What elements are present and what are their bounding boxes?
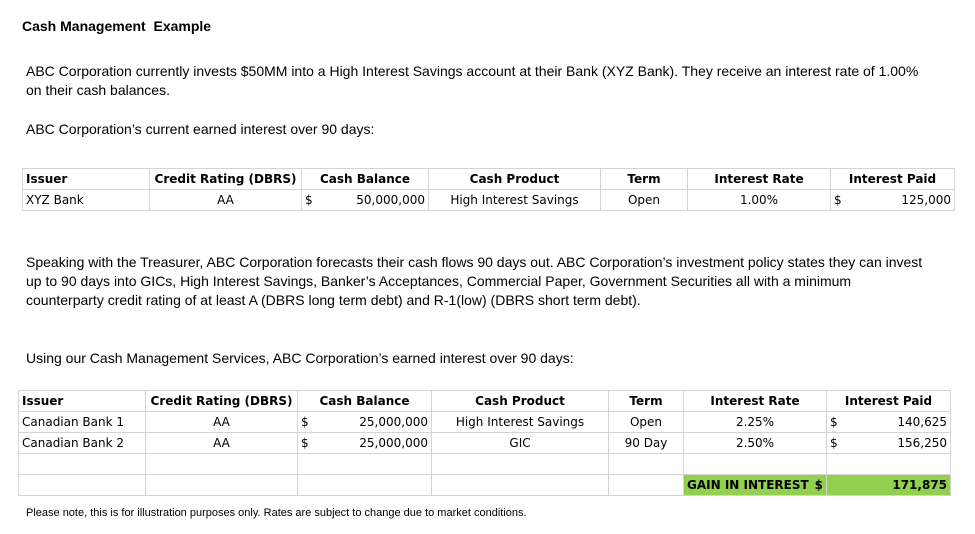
services-interest-label: Using our Cash Management Services, ABC …	[26, 350, 574, 366]
header-product: Cash Product	[428, 168, 601, 190]
empty-cell	[431, 453, 609, 475]
balance-value: 25,000,000	[359, 436, 428, 450]
currency-symbol: $	[834, 193, 842, 207]
paid-cell: $125,000	[830, 189, 955, 211]
empty-cell	[18, 474, 146, 496]
gain-label: GAIN IN INTEREST	[687, 478, 809, 492]
disclaimer-note: Please note, this is for illustration pu…	[26, 507, 527, 519]
balance-value: 50,000,000	[356, 193, 425, 207]
page-title: Cash Management Example	[22, 18, 212, 34]
table-row: XYZ Bank AA $50,000,000 High Interest Sa…	[22, 189, 955, 211]
product-cell: GIC	[431, 432, 609, 454]
forecast-paragraph: Speaking with the Treasurer, ABC Corpora…	[26, 254, 923, 308]
currency-symbol: $	[301, 415, 309, 429]
empty-cell	[608, 453, 684, 475]
paid-cell: $156,250	[826, 432, 951, 454]
gain-value: 171,875	[826, 474, 951, 496]
gain-currency: $	[814, 478, 823, 492]
rate-cell: 2.25%	[683, 411, 827, 433]
paid-cell: $140,625	[826, 411, 951, 433]
empty-cell	[18, 453, 146, 475]
term-cell: Open	[608, 411, 684, 433]
empty-row	[18, 453, 951, 475]
currency-symbol: $	[830, 436, 838, 450]
table-header-row: Issuer Credit Rating (DBRS) Cash Balance…	[18, 390, 951, 412]
issuer-cell: XYZ Bank	[22, 189, 150, 211]
paid-value: 125,000	[901, 193, 951, 207]
header-paid: Interest Paid	[830, 168, 955, 190]
issuer-cell: Canadian Bank 2	[18, 432, 146, 454]
header-paid: Interest Paid	[826, 390, 951, 412]
header-issuer: Issuer	[22, 168, 150, 190]
issuer-cell: Canadian Bank 1	[18, 411, 146, 433]
empty-cell	[608, 474, 684, 496]
header-balance: Cash Balance	[297, 390, 432, 412]
header-rate: Interest Rate	[683, 390, 827, 412]
header-balance: Cash Balance	[301, 168, 429, 190]
empty-cell	[145, 474, 298, 496]
product-cell: High Interest Savings	[431, 411, 609, 433]
balance-cell: $25,000,000	[297, 432, 432, 454]
empty-cell	[297, 474, 432, 496]
currency-symbol: $	[830, 415, 838, 429]
empty-cell	[145, 453, 298, 475]
header-rating: Credit Rating (DBRS)	[145, 390, 298, 412]
term-cell: 90 Day	[608, 432, 684, 454]
balance-value: 25,000,000	[359, 415, 428, 429]
rating-cell: AA	[145, 411, 298, 433]
table-header-row: Issuer Credit Rating (DBRS) Cash Balance…	[22, 168, 955, 190]
paid-value: 140,625	[897, 415, 947, 429]
rating-cell: AA	[149, 189, 302, 211]
proposed-interest-table: Issuer Credit Rating (DBRS) Cash Balance…	[18, 390, 951, 496]
header-rate: Interest Rate	[687, 168, 831, 190]
currency-symbol: $	[305, 193, 313, 207]
gain-label-cell: GAIN IN INTEREST $	[683, 474, 827, 496]
intro-paragraph: ABC Corporation currently invests $50MM …	[26, 63, 919, 98]
current-interest-label: ABC Corporation’s current earned interes…	[26, 121, 375, 137]
header-product: Cash Product	[431, 390, 609, 412]
empty-cell	[297, 453, 432, 475]
rate-cell: 2.50%	[683, 432, 827, 454]
balance-cell: $25,000,000	[297, 411, 432, 433]
empty-cell	[431, 474, 609, 496]
header-rating: Credit Rating (DBRS)	[149, 168, 302, 190]
header-term: Term	[608, 390, 684, 412]
empty-cell	[826, 453, 951, 475]
rating-cell: AA	[145, 432, 298, 454]
rate-cell: 1.00%	[687, 189, 831, 211]
empty-cell	[683, 453, 827, 475]
header-term: Term	[600, 168, 688, 190]
table-row: Canadian Bank 1 AA $25,000,000 High Inte…	[18, 411, 951, 433]
table-row: Canadian Bank 2 AA $25,000,000 GIC 90 Da…	[18, 432, 951, 454]
term-cell: Open	[600, 189, 688, 211]
current-interest-table: Issuer Credit Rating (DBRS) Cash Balance…	[22, 168, 955, 211]
paid-value: 156,250	[897, 436, 947, 450]
balance-cell: $50,000,000	[301, 189, 429, 211]
header-issuer: Issuer	[18, 390, 146, 412]
gain-row: GAIN IN INTEREST $ 171,875	[18, 474, 951, 496]
currency-symbol: $	[301, 436, 309, 450]
product-cell: High Interest Savings	[428, 189, 601, 211]
